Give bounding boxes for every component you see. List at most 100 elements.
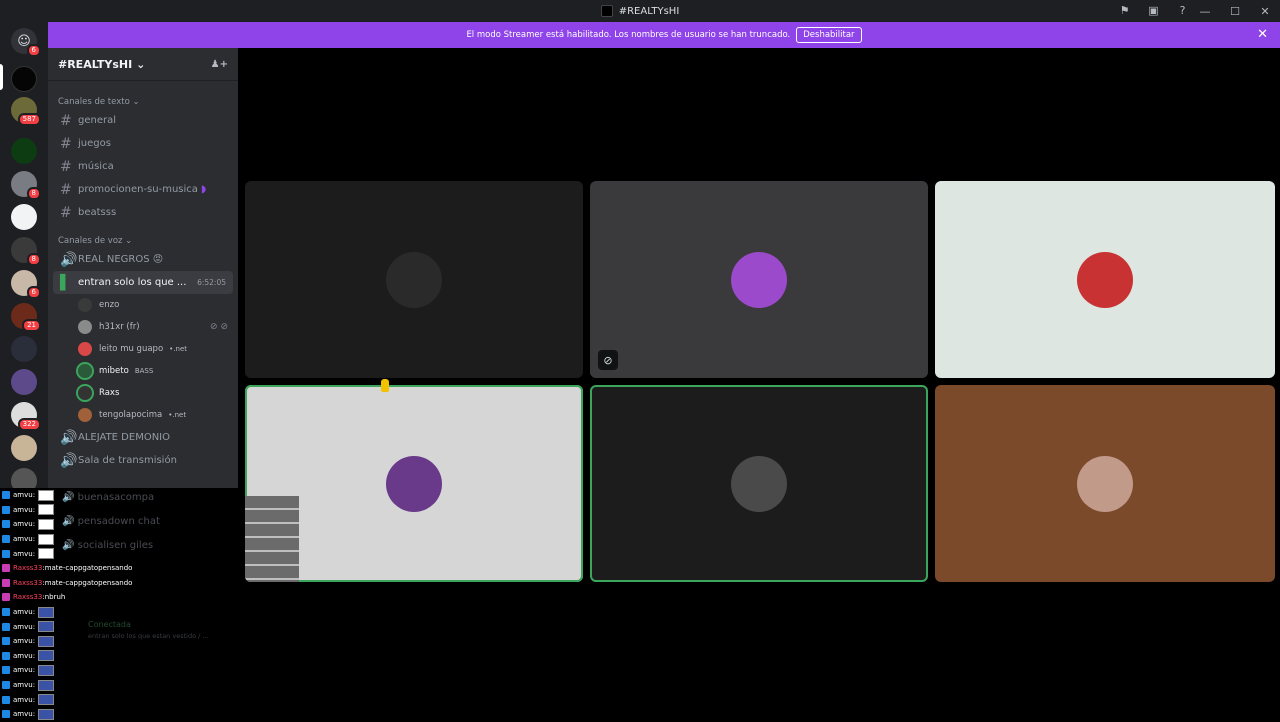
video-tile[interactable] <box>935 181 1275 378</box>
badge-icon <box>2 695 10 704</box>
voice-channel-alejate[interactable]: 🔊 ALEJATE DEMONIO <box>48 426 238 449</box>
channel-promocionen[interactable]: # promocionen-su-musica ◗ <box>48 178 238 201</box>
category-label: Canales de texto <box>58 97 130 107</box>
voice-user[interactable]: mibeto BASS <box>48 360 238 382</box>
server-list: ☺ 6 587 8 8 6 21 322 <box>0 22 48 494</box>
voice-channel-social[interactable]: 🔊 socialisen giles <box>62 540 153 551</box>
badge-icon <box>2 710 10 719</box>
badge-icon <box>2 593 10 602</box>
chat-line: Raxss33 : mate-cappgatopensando <box>0 576 240 591</box>
maximize-button[interactable]: ☐ <box>1220 5 1250 18</box>
voice-user[interactable]: Raxs <box>48 382 238 404</box>
avatar <box>78 408 92 422</box>
avatar <box>731 251 787 308</box>
title-bar: #REALTYsHI ⚑ ▣ ? — ☐ ✕ <box>0 0 1280 22</box>
server-icon[interactable]: 6 <box>11 270 41 299</box>
category-label: Canales de voz <box>58 236 123 246</box>
category-text[interactable]: Canales de texto ⌄ <box>48 95 238 109</box>
streamer-mode-banner: El modo Streamer está habilitado. Los no… <box>48 22 1280 48</box>
voice-channel-buenas[interactable]: 🔊 buenasacompa <box>62 492 154 503</box>
moon-icon: ◗ <box>200 184 207 195</box>
mouse-cursor <box>381 379 389 392</box>
chat-user: Raxss33 <box>13 578 43 587</box>
channel-general[interactable]: # general <box>48 109 238 132</box>
voice-channel-real[interactable]: 🔊 REAL NEGROS 😡 <box>48 248 238 271</box>
speaker-icon: 🔊 <box>60 251 78 268</box>
server-header[interactable]: #REALTYsHI ⌄ ♟+ <box>48 48 238 81</box>
emote-icon <box>38 533 55 545</box>
user-name: h31xr (fr) <box>99 322 140 332</box>
voice-channel-pensado[interactable]: 🔊 pensadown chat <box>62 516 160 527</box>
channel-label: promocionen-su-musica <box>78 184 198 195</box>
badge-icon <box>2 578 10 587</box>
voice-user[interactable]: h31xr (fr) ⊘ ⊘ <box>48 316 238 338</box>
voice-user[interactable]: tengolapocima •.net <box>48 404 238 426</box>
server-icon[interactable] <box>11 138 37 164</box>
voice-channel-sala[interactable]: 🔊 Sala de transmisión <box>48 449 238 472</box>
server-icon[interactable]: 8 <box>11 237 41 266</box>
hash-icon: # <box>60 204 72 221</box>
close-window-button[interactable]: ✕ <box>1250 5 1280 18</box>
video-tile[interactable] <box>245 385 583 582</box>
channel-label: socialisen giles <box>77 540 154 551</box>
chat-user: amvu <box>13 608 33 617</box>
chat-message: nbruh <box>44 593 66 602</box>
badge-icon <box>2 622 10 631</box>
emote-icon <box>38 518 55 530</box>
server-icon[interactable]: 587 <box>11 97 41 126</box>
chevron-down-icon: ⌄ <box>136 57 146 71</box>
server-icon[interactable]: 8 <box>11 171 41 200</box>
close-banner-icon[interactable]: ✕ <box>1257 27 1268 42</box>
minimize-button[interactable]: — <box>1190 5 1220 18</box>
disable-streamer-button[interactable]: Deshabilitar <box>796 27 862 43</box>
chat-user: amvu <box>13 520 33 529</box>
server-icon[interactable] <box>11 336 37 362</box>
channel-juegos[interactable]: # juegos <box>48 132 238 155</box>
category-voice[interactable]: Canales de voz ⌄ <box>48 234 238 248</box>
server-icon[interactable] <box>11 435 37 461</box>
channel-beatsss[interactable]: # beatsss <box>48 201 238 224</box>
user-name: Raxs <box>99 388 120 398</box>
voice-stage: ⊘ <box>240 48 1280 720</box>
badge-icon <box>2 535 10 544</box>
inbox-icon[interactable]: ⚑ <box>1117 3 1132 18</box>
server-icon[interactable] <box>11 369 37 395</box>
chat-user: amvu <box>13 710 33 719</box>
emote-icon <box>38 504 55 516</box>
avatar <box>78 298 92 312</box>
video-tile[interactable] <box>245 181 583 378</box>
voice-channel-active[interactable]: ▌ entran solo los que ... 6:52:05 <box>53 271 233 294</box>
chat-line: Raxss33 : mate-cappgatopensando <box>0 561 240 576</box>
channel-label: Sala de transmisión <box>78 455 177 466</box>
add-member-icon[interactable]: ♟+ <box>211 59 228 70</box>
video-tile[interactable]: ⊘ <box>590 181 928 378</box>
server-icon[interactable] <box>11 204 37 230</box>
voice-user[interactable]: leito mu guapo •.net <box>48 338 238 360</box>
server-icon[interactable]: 21 <box>11 303 41 332</box>
avatar <box>76 362 94 380</box>
video-tile[interactable] <box>935 385 1275 582</box>
channel-label: ALEJATE DEMONIO <box>78 432 170 443</box>
channel-musica[interactable]: # música <box>48 155 238 178</box>
screen-icon[interactable]: ▣ <box>1146 3 1161 18</box>
voice-user[interactable]: enzo <box>48 294 238 316</box>
help-icon[interactable]: ? <box>1175 3 1190 18</box>
badge-icon <box>2 681 10 690</box>
avatar <box>386 455 442 512</box>
user-name: leito mu guapo <box>99 344 164 354</box>
channel-label: entran solo los que ... <box>78 277 187 288</box>
home-icon[interactable]: ☺ 6 <box>11 28 41 57</box>
server-icon[interactable]: 322 <box>11 402 41 431</box>
video-tile[interactable] <box>590 385 928 582</box>
overlay-stripes <box>245 496 299 582</box>
chat-message: mate-cappgatopensando <box>44 578 133 587</box>
server-icon[interactable] <box>11 66 37 92</box>
channel-label: REAL NEGROS 😡 <box>78 254 164 265</box>
chat-line: amvu : <box>0 503 240 518</box>
user-tag: •.net <box>168 411 187 419</box>
avatar <box>386 251 442 308</box>
muted-deafened-icon: ⊘ ⊘ <box>210 322 228 332</box>
hash-icon: # <box>60 158 72 175</box>
emote-icon <box>38 708 55 720</box>
muted-camera-icon: ⊘ <box>598 350 618 370</box>
